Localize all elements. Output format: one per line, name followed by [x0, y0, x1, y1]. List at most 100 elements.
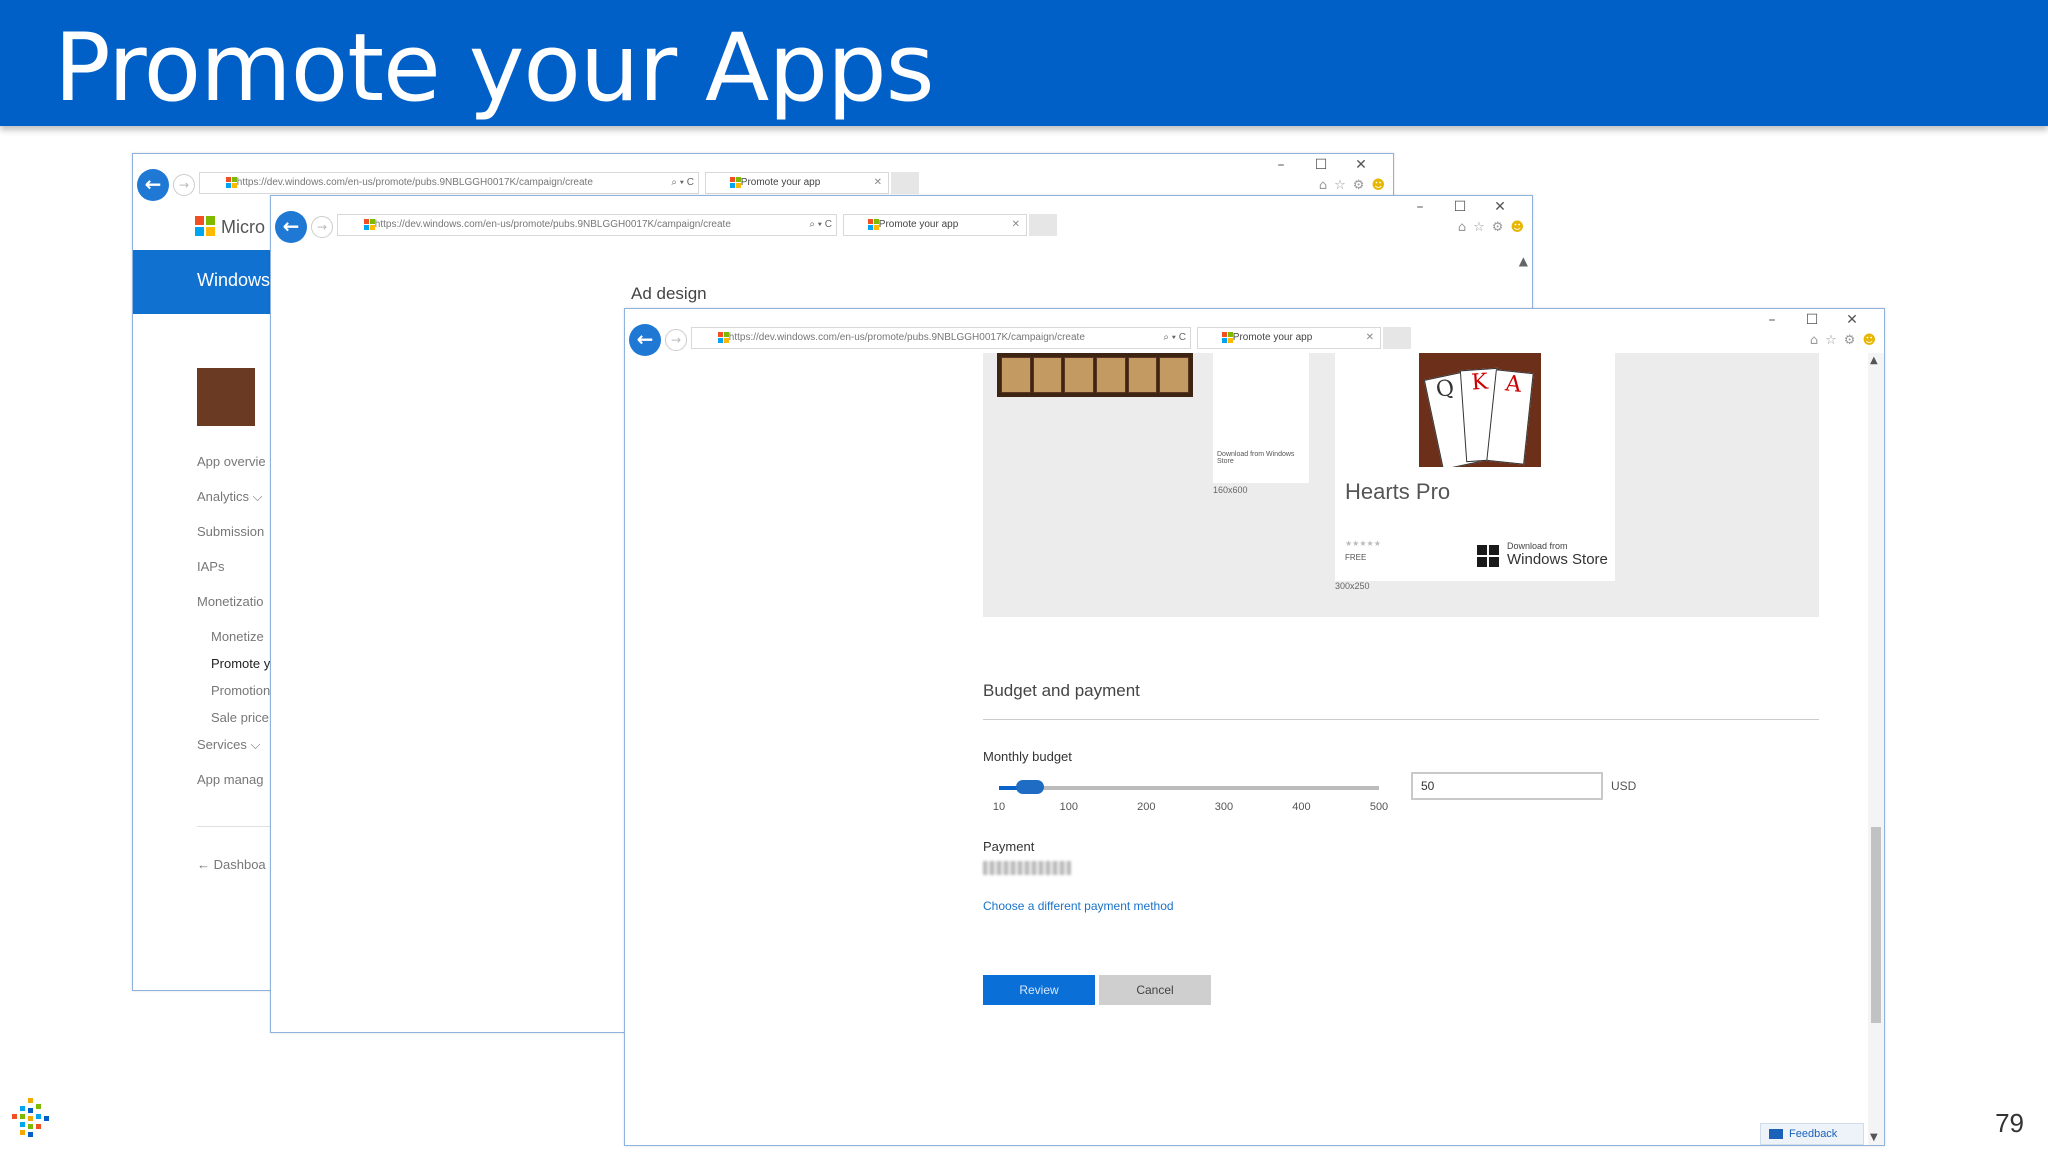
- nav-promote[interactable]: Promote y: [197, 656, 270, 683]
- slider-tick: 100: [1059, 801, 1078, 813]
- address-bar[interactable]: https://dev.windows.com/en-us/promote/pu…: [691, 327, 1191, 349]
- maximize-icon[interactable]: ☐: [1792, 309, 1832, 331]
- forward-button[interactable]: →: [311, 216, 333, 238]
- strip-card: [1127, 357, 1158, 393]
- address-bar[interactable]: https://dev.windows.com/en-us/promote/pu…: [337, 214, 837, 236]
- section-divider: [983, 719, 1819, 720]
- back-button[interactable]: ←: [629, 324, 661, 356]
- address-tools[interactable]: ⌕ ▾ C: [809, 215, 832, 235]
- tab-close-icon[interactable]: ✕: [1012, 215, 1020, 235]
- browser-toolbar: ⌂ ☆ ⚙ ☻: [1803, 333, 1876, 348]
- site-flag-icon: [226, 177, 238, 189]
- scroll-up-icon[interactable]: ▲: [1870, 355, 1878, 366]
- ad-price: FREE: [1345, 553, 1367, 562]
- address-url: https://dev.windows.com/en-us/promote/pu…: [374, 219, 731, 230]
- favorites-icon[interactable]: ☆: [1334, 178, 1346, 193]
- address-tools[interactable]: ⌕ ▾ C: [671, 173, 694, 193]
- favorites-icon[interactable]: ☆: [1473, 220, 1485, 235]
- nav-analytics[interactable]: Analytics ⌵: [197, 489, 270, 524]
- slider-tick: 500: [1369, 801, 1389, 813]
- close-icon[interactable]: ✕: [1480, 196, 1520, 218]
- home-icon[interactable]: ⌂: [1319, 178, 1327, 193]
- browser-tab[interactable]: Promote your app ✕: [705, 172, 889, 194]
- feedback-button[interactable]: Feedback: [1760, 1123, 1864, 1145]
- nav-services[interactable]: Services ⌵: [197, 737, 270, 772]
- strip-card: [1159, 357, 1190, 393]
- tall-ad-size-label: 160x600: [1213, 485, 1248, 495]
- dashboard-nav: App overvie Analytics ⌵ Submission IAPs …: [197, 454, 270, 807]
- home-icon[interactable]: ⌂: [1458, 220, 1466, 235]
- close-icon[interactable]: ✕: [1832, 309, 1872, 331]
- address-url: https://dev.windows.com/en-us/promote/pu…: [728, 332, 1085, 343]
- settings-icon[interactable]: ⚙: [1492, 220, 1504, 235]
- budget-section-title: Budget and payment: [983, 681, 1140, 700]
- minimize-icon[interactable]: –: [1752, 309, 1792, 331]
- address-bar[interactable]: https://dev.windows.com/en-us/promote/pu…: [199, 172, 699, 194]
- forward-button[interactable]: →: [173, 174, 195, 196]
- tab-close-icon[interactable]: ✕: [1366, 328, 1374, 348]
- window-controls: – ☐ ✕: [1752, 309, 1872, 331]
- strip-card: [1032, 357, 1063, 393]
- maximize-icon[interactable]: ☐: [1301, 154, 1341, 176]
- minimize-icon[interactable]: –: [1400, 196, 1440, 218]
- tab-flag-icon: [730, 177, 742, 189]
- address-tools[interactable]: ⌕ ▾ C: [1163, 328, 1186, 348]
- slider-tick: 200: [1137, 801, 1156, 813]
- smiley-icon[interactable]: ☻: [1510, 220, 1524, 235]
- presenter-logo-icon: [12, 1098, 49, 1137]
- monthly-budget-label: Monthly budget: [983, 749, 1072, 764]
- browser-tab[interactable]: Promote your app ✕: [843, 214, 1027, 236]
- change-payment-link[interactable]: Choose a different payment method: [983, 899, 1174, 913]
- window-controls: – ☐ ✕: [1400, 196, 1520, 218]
- ad-app-name: Hearts Pro: [1345, 479, 1451, 504]
- nav-app-overview[interactable]: App overvie: [197, 454, 270, 489]
- card-ace-icon: A: [1486, 369, 1534, 465]
- scrollbar-thumb[interactable]: [1871, 827, 1881, 1023]
- cancel-button[interactable]: Cancel: [1099, 975, 1211, 1005]
- new-tab-button[interactable]: [1383, 327, 1411, 349]
- review-button[interactable]: Review: [983, 975, 1095, 1005]
- minimize-icon[interactable]: –: [1261, 154, 1301, 176]
- smiley-icon[interactable]: ☻: [1862, 333, 1876, 348]
- scroll-down-icon[interactable]: ▼: [1870, 1132, 1878, 1143]
- browser-window-front: ← → https://dev.windows.com/en-us/promot…: [624, 308, 1885, 1146]
- settings-icon[interactable]: ⚙: [1353, 178, 1365, 193]
- back-button[interactable]: ←: [137, 169, 169, 201]
- large-ad-preview: Q K A Hearts Pro ★★★★★ FREE Download fro…: [1335, 353, 1615, 581]
- new-tab-button[interactable]: [891, 172, 919, 194]
- nav-iaps[interactable]: IAPs: [197, 559, 270, 594]
- slider-thumb[interactable]: [1016, 780, 1045, 794]
- budget-slider[interactable]: [999, 780, 1379, 794]
- address-url: https://dev.windows.com/en-us/promote/pu…: [236, 177, 593, 188]
- ad-preview-area: Download from Windows Store 160x600 Q K …: [983, 353, 1819, 617]
- browser-tab[interactable]: Promote your app ✕: [1197, 327, 1381, 349]
- page-number: 79: [1995, 1108, 2024, 1138]
- new-tab-button[interactable]: [1029, 214, 1057, 236]
- nav-app-management[interactable]: App manag: [197, 772, 270, 807]
- vertical-scrollbar[interactable]: ▲ ▼: [1868, 353, 1884, 1145]
- close-icon[interactable]: ✕: [1341, 154, 1381, 176]
- scroll-up-icon[interactable]: ▲: [1519, 254, 1528, 268]
- back-button[interactable]: ←: [275, 211, 307, 243]
- smiley-icon[interactable]: ☻: [1371, 178, 1385, 193]
- tall-ad-store-badge: Download from Windows Store: [1217, 451, 1295, 465]
- nav-monetize[interactable]: Monetize: [197, 629, 270, 656]
- browser-chrome: ← → https://dev.windows.com/en-us/promot…: [271, 196, 1532, 243]
- budget-amount-input[interactable]: [1411, 772, 1603, 800]
- maximize-icon[interactable]: ☐: [1440, 196, 1480, 218]
- forward-button[interactable]: →: [665, 329, 687, 351]
- tall-ad-preview: Download from Windows Store: [1213, 353, 1309, 483]
- favorites-icon[interactable]: ☆: [1825, 333, 1837, 348]
- home-icon[interactable]: ⌂: [1810, 333, 1818, 348]
- nav-dashboard-link[interactable]: ← Dashboa: [197, 857, 266, 872]
- nav-submissions[interactable]: Submission: [197, 524, 270, 559]
- nav-sale-pricing[interactable]: Sale price: [197, 710, 270, 737]
- settings-icon[interactable]: ⚙: [1844, 333, 1856, 348]
- ad-rating-stars: ★★★★★: [1345, 539, 1381, 548]
- tab-close-icon[interactable]: ✕: [874, 173, 882, 193]
- nav-monetization[interactable]: Monetizatio: [197, 594, 270, 629]
- nav-promotions[interactable]: Promotion: [197, 683, 270, 710]
- tab-flag-icon: [1222, 332, 1234, 344]
- currency-label: USD: [1611, 779, 1637, 793]
- windows-logo-icon: [1477, 545, 1499, 567]
